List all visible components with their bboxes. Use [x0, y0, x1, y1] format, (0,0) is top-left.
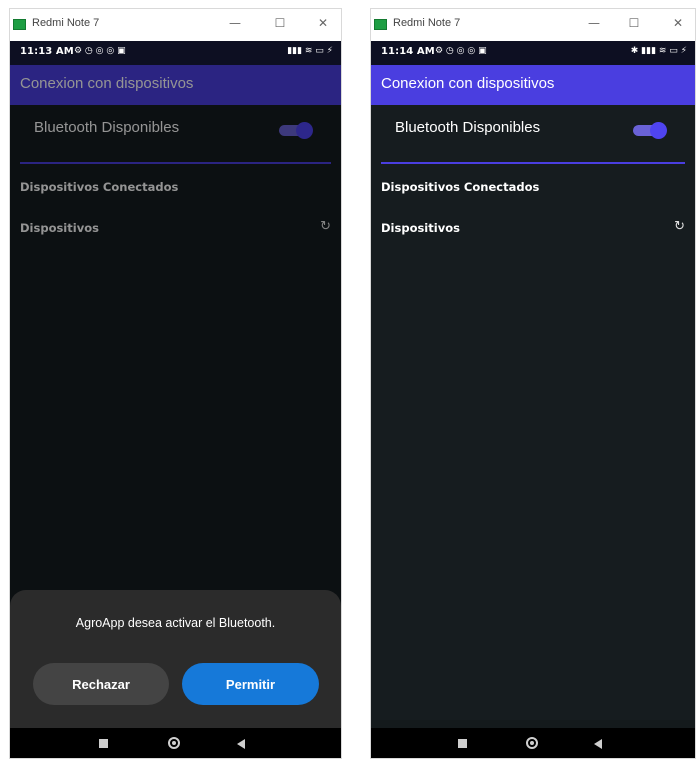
- connected-devices-label: Dispositivos Conectados: [381, 180, 540, 194]
- status-time: 11:13 AM: [20, 46, 74, 57]
- devices-label: Dispositivos: [381, 221, 460, 235]
- app-bar: Conexion con dispositivos: [371, 65, 695, 105]
- app-content: Bluetooth Disponibles Dispositivos Conec…: [371, 105, 695, 720]
- emulator-window-left: Redmi Note 7 — ☐ ✕ 11:13 AM ⚙ ◷ ◎ ◎ ▣ ▮▮…: [9, 8, 342, 759]
- phone-screen: 11:13 AM ⚙ ◷ ◎ ◎ ▣ ▮▮▮ ≋ ▭ ⚡ Conexion co…: [10, 41, 341, 758]
- recent-apps-icon[interactable]: [99, 739, 108, 748]
- status-time: 11:14 AM: [381, 46, 435, 57]
- recent-apps-icon[interactable]: [458, 739, 467, 748]
- bluetooth-toggle[interactable]: [633, 122, 667, 139]
- status-notification-icons: ⚙ ◷ ◎ ◎ ▣: [435, 46, 487, 56]
- phone-screen: 11:14 AM ⚙ ◷ ◎ ◎ ▣ ✱ ▮▮▮ ≋ ▭ ⚡ Conexion …: [371, 41, 695, 758]
- bluetooth-permission-dialog: AgroApp desea activar el Bluetooth. Rech…: [10, 590, 341, 728]
- close-icon[interactable]: ✕: [668, 16, 688, 30]
- app-title: Conexion con dispositivos: [381, 75, 555, 92]
- bluetooth-label: Bluetooth Disponibles: [395, 119, 541, 136]
- status-bar: 11:13 AM ⚙ ◷ ◎ ◎ ▣ ▮▮▮ ≋ ▭ ⚡: [10, 41, 341, 65]
- allow-button[interactable]: Permitir: [182, 663, 319, 705]
- status-notification-icons: ⚙ ◷ ◎ ◎ ▣: [74, 46, 126, 56]
- reject-button[interactable]: Rechazar: [33, 663, 169, 705]
- emulator-window-right: Redmi Note 7 — ☐ ✕ 11:14 AM ⚙ ◷ ◎ ◎ ▣ ✱ …: [370, 8, 696, 759]
- dialog-message: AgroApp desea activar el Bluetooth.: [75, 616, 276, 630]
- close-icon[interactable]: ✕: [313, 16, 333, 30]
- bluetooth-row: Bluetooth Disponibles: [371, 105, 695, 155]
- toggle-knob: [650, 122, 667, 139]
- maximize-icon[interactable]: ☐: [270, 16, 290, 30]
- home-icon[interactable]: [168, 737, 180, 749]
- home-icon[interactable]: [526, 737, 538, 749]
- devices-row: Dispositivos ↻: [381, 219, 685, 235]
- back-icon[interactable]: [594, 739, 602, 749]
- window-titlebar[interactable]: Redmi Note 7 — ☐ ✕: [371, 9, 695, 41]
- back-icon[interactable]: [237, 739, 245, 749]
- minimize-icon[interactable]: —: [584, 16, 604, 30]
- status-system-icons: ▮▮▮ ≋ ▭ ⚡: [287, 46, 333, 56]
- status-system-icons: ✱ ▮▮▮ ≋ ▭ ⚡: [630, 46, 687, 56]
- minimize-icon[interactable]: —: [225, 16, 245, 30]
- window-titlebar[interactable]: Redmi Note 7 — ☐ ✕: [10, 9, 341, 41]
- window-title: Redmi Note 7: [393, 17, 461, 29]
- maximize-icon[interactable]: ☐: [624, 16, 644, 30]
- divider: [381, 162, 685, 164]
- window-title: Redmi Note 7: [32, 17, 100, 29]
- status-bar: 11:14 AM ⚙ ◷ ◎ ◎ ▣ ✱ ▮▮▮ ≋ ▭ ⚡: [371, 41, 695, 65]
- app-icon: [374, 19, 387, 30]
- nav-bar: [10, 728, 341, 758]
- app-icon: [13, 19, 26, 30]
- nav-bar: [371, 728, 695, 758]
- refresh-icon[interactable]: ↻: [674, 219, 685, 234]
